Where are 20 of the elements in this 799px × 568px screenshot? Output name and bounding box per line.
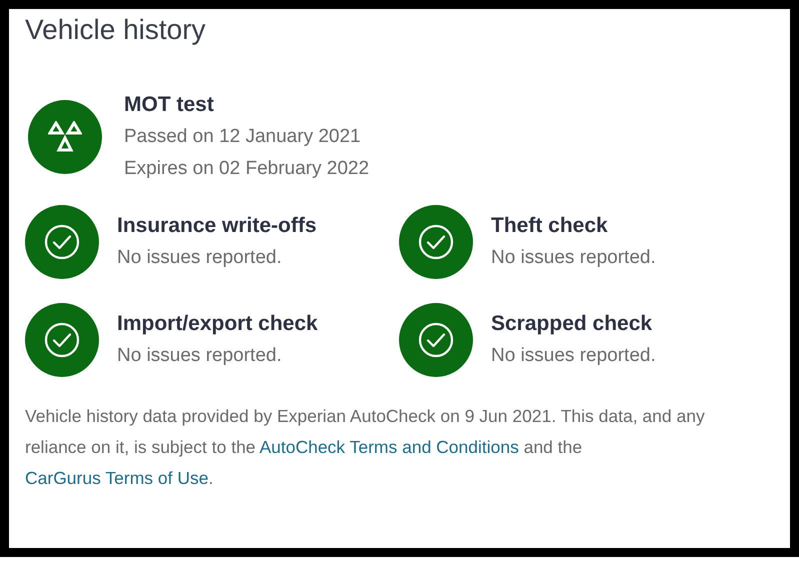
check-status: No issues reported. bbox=[117, 344, 283, 368]
check-title: Insurance write-offs bbox=[117, 213, 317, 239]
check-title: Import/export check bbox=[117, 311, 318, 337]
terms-link[interactable]: CarGurus Terms of Use bbox=[25, 468, 208, 488]
check-status: Expires on 02 February 2022 bbox=[124, 157, 370, 181]
checkmark-circle-icon bbox=[43, 223, 81, 261]
check-title: Theft check bbox=[491, 213, 609, 239]
checkmark-circle-icon bbox=[417, 223, 455, 261]
check-status: No issues reported. bbox=[491, 246, 656, 270]
disclaimer-text: Vehicle history data provided by Experian AutoCheck on 9 Jun 2021. This data, and any reliance on it, is subject to the AutoCheck Terms and Conditions and the CarGurus Terms of Use. bbox=[25, 405, 706, 490]
checkmark-circle-icon bbox=[417, 321, 455, 359]
check-title: MOT test bbox=[124, 92, 215, 118]
check-status: No issues reported. bbox=[117, 246, 283, 270]
check-status: No issues reported. bbox=[491, 344, 656, 368]
section-title: Vehicle history bbox=[25, 13, 207, 47]
check-title: Scrapped check bbox=[491, 311, 654, 337]
triangles-icon bbox=[48, 121, 82, 153]
check-status: Passed on 12 January 2021 bbox=[124, 125, 362, 149]
checkmark-circle-icon bbox=[43, 321, 81, 359]
terms-link[interactable]: AutoCheck Terms and Conditions bbox=[259, 437, 519, 457]
